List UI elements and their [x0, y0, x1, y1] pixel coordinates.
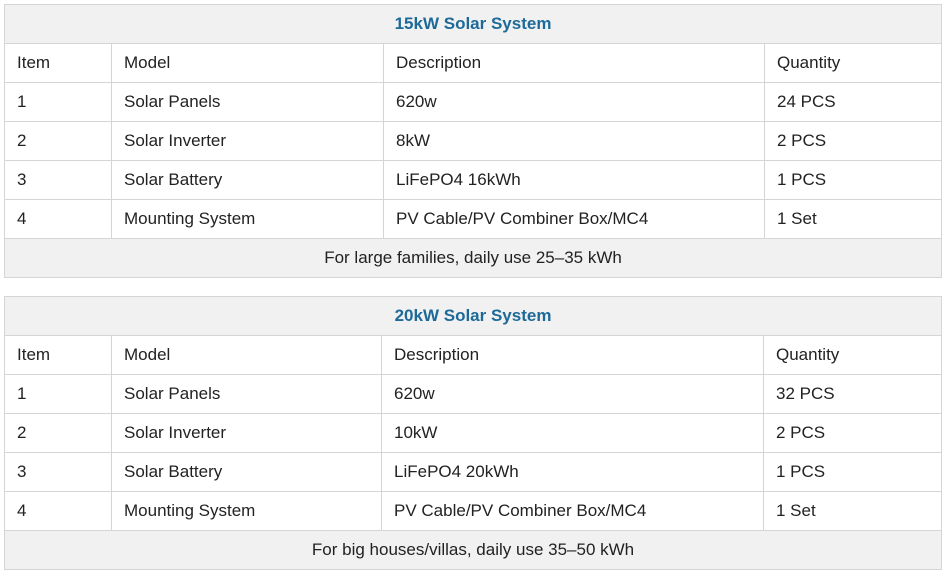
table-title-row: 20kW Solar System	[3, 296, 943, 336]
header-item: Item	[4, 43, 112, 83]
table-title: 20kW Solar System	[3, 296, 943, 336]
cell-item: 3	[4, 452, 112, 492]
cell-quantity: 1 PCS	[762, 452, 943, 492]
cell-model: Solar Battery	[111, 160, 384, 200]
cell-quantity: 2 PCS	[763, 121, 943, 161]
cell-item: 2	[4, 413, 112, 453]
cell-item: 2	[4, 121, 112, 161]
table-header-row: Item Model Description Quantity	[4, 43, 943, 83]
cell-description: PV Cable/PV Combiner Box/MC4	[381, 491, 764, 531]
cell-quantity: 1 Set	[762, 491, 943, 531]
header-model: Model	[111, 335, 382, 375]
cell-model: Mounting System	[111, 491, 382, 531]
table-footer-row: For large families, daily use 25–35 kWh	[3, 238, 943, 278]
table-row: 2 Solar Inverter 10kW 2 PCS	[4, 413, 943, 453]
cell-description: 8kW	[383, 121, 765, 161]
cell-item: 1	[4, 374, 112, 414]
table-row: 4 Mounting System PV Cable/PV Combiner B…	[4, 199, 943, 239]
cell-quantity: 1 PCS	[763, 160, 943, 200]
header-description: Description	[383, 43, 765, 83]
table-title: 15kW Solar System	[3, 4, 943, 44]
cell-model: Solar Inverter	[111, 413, 382, 453]
cell-description: PV Cable/PV Combiner Box/MC4	[383, 199, 765, 239]
table-row: 1 Solar Panels 620w 24 PCS	[4, 82, 943, 122]
cell-model: Solar Battery	[111, 452, 382, 492]
system-table-15kw: 15kW Solar System Item Model Description…	[3, 4, 943, 278]
table-row: 4 Mounting System PV Cable/PV Combiner B…	[4, 491, 943, 531]
cell-description: LiFePO4 16kWh	[383, 160, 765, 200]
cell-item: 4	[4, 199, 112, 239]
table-row: 2 Solar Inverter 8kW 2 PCS	[4, 121, 943, 161]
table-row: 3 Solar Battery LiFePO4 20kWh 1 PCS	[4, 452, 943, 492]
header-description: Description	[381, 335, 764, 375]
cell-quantity: 24 PCS	[763, 82, 943, 122]
cell-description: LiFePO4 20kWh	[381, 452, 764, 492]
cell-description: 620w	[381, 374, 764, 414]
table-footer-note: For large families, daily use 25–35 kWh	[3, 238, 943, 278]
cell-model: Mounting System	[111, 199, 384, 239]
cell-quantity: 2 PCS	[762, 413, 943, 453]
cell-description: 620w	[383, 82, 765, 122]
table-footer-row: For big houses/villas, daily use 35–50 k…	[3, 530, 943, 570]
header-model: Model	[111, 43, 384, 83]
table-header-row: Item Model Description Quantity	[4, 335, 943, 375]
header-quantity: Quantity	[762, 335, 943, 375]
cell-item: 3	[4, 160, 112, 200]
cell-model: Solar Inverter	[111, 121, 384, 161]
cell-quantity: 1 Set	[763, 199, 943, 239]
cell-quantity: 32 PCS	[762, 374, 943, 414]
cell-item: 4	[4, 491, 112, 531]
table-row: 3 Solar Battery LiFePO4 16kWh 1 PCS	[4, 160, 943, 200]
cell-description: 10kW	[381, 413, 764, 453]
table-footer-note: For big houses/villas, daily use 35–50 k…	[3, 530, 943, 570]
table-row: 1 Solar Panels 620w 32 PCS	[4, 374, 943, 414]
header-item: Item	[4, 335, 112, 375]
cell-model: Solar Panels	[111, 374, 382, 414]
cell-item: 1	[4, 82, 112, 122]
cell-model: Solar Panels	[111, 82, 384, 122]
table-title-row: 15kW Solar System	[3, 4, 943, 44]
header-quantity: Quantity	[763, 43, 943, 83]
system-table-20kw: 20kW Solar System Item Model Description…	[3, 296, 943, 570]
